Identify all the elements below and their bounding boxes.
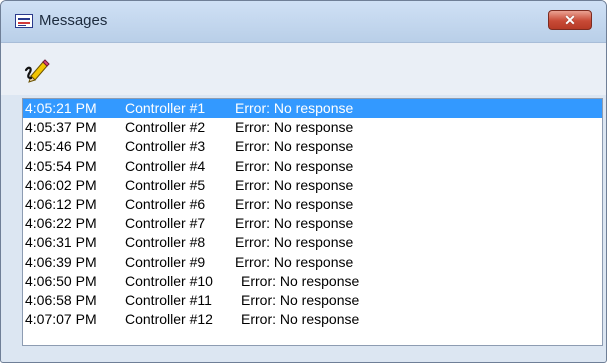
message-controller: Controller #4 [125, 157, 206, 174]
message-text: Error: No response [235, 176, 354, 193]
message-controller: Controller #12 [125, 311, 213, 328]
window-title: Messages [39, 12, 108, 29]
message-text: Error: No response [235, 215, 354, 232]
message-text: Error: No response [235, 138, 354, 155]
message-time: 4:05:37 PM [25, 119, 97, 136]
message-controller: Controller #2 [125, 119, 206, 136]
messages-window: Messages ✕ 4:05:21 PM Controller #1 Error:… [0, 0, 607, 363]
eraser-pencil-icon [24, 59, 50, 83]
title-bar[interactable]: Messages ✕ [1, 1, 606, 43]
messages-list[interactable]: 4:05:21 PM Controller #1 Error: No respons… [22, 98, 603, 346]
message-time: 4:06:12 PM [25, 195, 97, 212]
message-controller: Controller #3 [125, 138, 206, 155]
message-text: Error: No response [235, 100, 354, 116]
message-controller: Controller #9 [125, 253, 206, 270]
message-controller: Controller #8 [125, 234, 206, 251]
message-row[interactable]: 4:05:37 PM Controller #2 Error: No respons… [23, 118, 602, 137]
message-text: Error: No response [235, 119, 354, 136]
message-row[interactable]: 4:06:50 PM Controller #10 Error: No respon… [23, 272, 602, 291]
message-time: 4:06:50 PM [25, 272, 97, 289]
message-row[interactable]: 4:07:07 PM Controller #12 Error: No respon… [23, 310, 602, 329]
message-row[interactable]: 4:05:54 PM Controller #4 Error: No respons… [23, 157, 602, 176]
message-time: 4:06:22 PM [25, 215, 97, 232]
close-icon: ✕ [564, 12, 576, 28]
message-controller: Controller #6 [125, 195, 206, 212]
message-text: Error: No response [241, 291, 360, 308]
message-row[interactable]: 4:06:31 PM Controller #8 Error: No respons… [23, 233, 602, 252]
message-text: Error: No response [235, 157, 354, 174]
message-time: 4:05:54 PM [25, 157, 97, 174]
message-controller: Controller #7 [125, 215, 206, 232]
message-controller: Controller #10 [125, 272, 213, 289]
message-row[interactable]: 4:06:02 PM Controller #5 Error: No respons… [23, 176, 602, 195]
message-time: 4:07:07 PM [25, 311, 97, 328]
message-time: 4:06:31 PM [25, 234, 97, 251]
message-row[interactable]: 4:06:22 PM Controller #7 Error: No respons… [23, 214, 602, 233]
message-row[interactable]: 4:06:39 PM Controller #9 Error: No respons… [23, 253, 602, 272]
message-controller: Controller #11 [125, 291, 212, 308]
message-text: Error: No response [235, 253, 354, 270]
clear-messages-button[interactable] [23, 56, 51, 84]
message-time: 4:05:21 PM [25, 100, 97, 116]
close-button[interactable]: ✕ [548, 10, 592, 30]
toolbar [1, 43, 606, 95]
messages-app-icon [15, 14, 33, 28]
message-row[interactable]: 4:05:21 PM Controller #1 Error: No respons… [23, 99, 602, 119]
message-time: 4:06:58 PM [25, 291, 97, 308]
message-text: Error: No response [235, 195, 354, 212]
message-time: 4:06:39 PM [25, 253, 97, 270]
message-text: Error: No response [235, 234, 354, 251]
message-row[interactable]: 4:06:58 PM Controller #11 Error: No respon… [23, 291, 602, 310]
message-text: Error: No response [241, 272, 360, 289]
message-controller: Controller #1 [125, 100, 206, 116]
message-row[interactable]: 4:05:46 PM Controller #3 Error: No respons… [23, 137, 602, 156]
message-row[interactable]: 4:06:12 PM Controller #6 Error: No respons… [23, 195, 602, 214]
message-text: Error: No response [241, 311, 360, 328]
message-controller: Controller #5 [125, 176, 206, 193]
message-time: 4:05:46 PM [25, 138, 97, 155]
message-time: 4:06:02 PM [25, 176, 97, 193]
